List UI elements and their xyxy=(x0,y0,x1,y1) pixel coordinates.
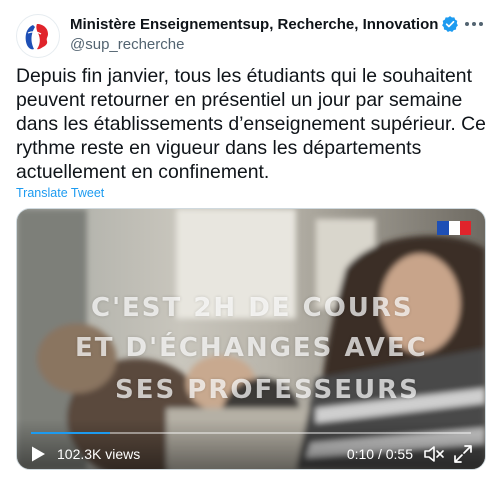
play-icon[interactable] xyxy=(29,445,47,463)
tweet-card: Ministère Enseignementsup, Recherche, In… xyxy=(0,0,500,482)
video-caption-line: C'EST 2H DE COURS xyxy=(91,293,414,323)
mute-icon[interactable] xyxy=(423,444,445,464)
video-caption-line: ET D'ÉCHANGES AVEC xyxy=(75,333,428,363)
video-controls: 102.3K views 0:10 / 0:55 xyxy=(17,419,485,469)
view-count: 102.3K views xyxy=(57,446,141,462)
video-caption-line: SES PROFESSEURS xyxy=(115,375,420,405)
video-time: 0:10 / 0:55 xyxy=(346,446,413,462)
translate-tweet-link[interactable]: Translate Tweet xyxy=(16,186,104,200)
avatar[interactable] xyxy=(16,14,60,58)
marianne-logo-icon xyxy=(25,24,48,50)
french-flag-icon xyxy=(437,221,471,235)
more-options-icon[interactable] xyxy=(462,14,486,34)
fullscreen-icon[interactable] xyxy=(453,444,473,464)
progress-bar[interactable] xyxy=(31,432,471,434)
progress-fill xyxy=(31,432,111,434)
display-name[interactable]: Ministère Enseignementsup, Recherche, In… xyxy=(70,16,438,33)
tweet-header: Ministère Enseignementsup, Recherche, In… xyxy=(70,14,460,53)
user-handle[interactable]: @sup_recherche xyxy=(70,36,460,53)
video-player[interactable]: C'EST 2H DE COURS ET D'ÉCHANGES AVEC SES… xyxy=(16,208,486,470)
verified-badge-icon xyxy=(442,16,459,33)
tweet-text: Depuis fin janvier, tous les étudiants q… xyxy=(16,65,486,183)
